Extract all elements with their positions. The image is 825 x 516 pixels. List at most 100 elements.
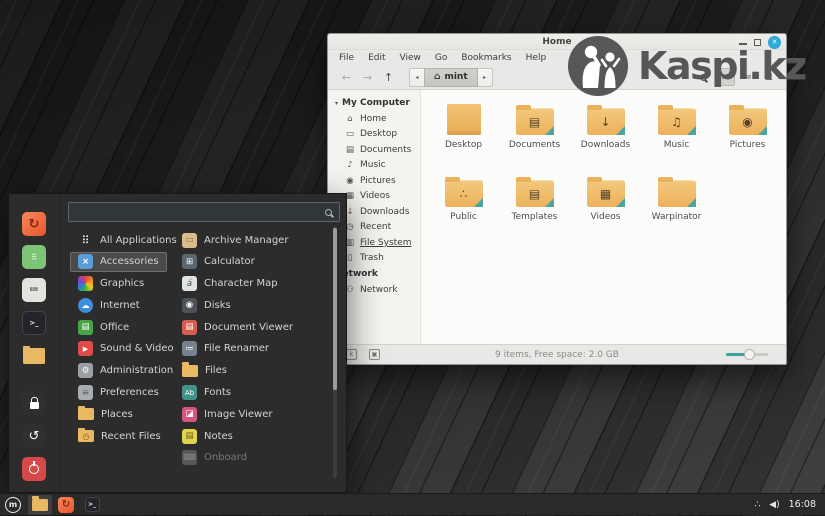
file-item-desktop[interactable]: Desktop xyxy=(428,97,499,169)
app-file-renamer[interactable]: ≔File Renamer xyxy=(174,339,277,359)
list-view-toggle[interactable]: ≔ xyxy=(737,68,757,86)
file-item-public[interactable]: ∴ Public xyxy=(428,169,499,241)
app-document-viewer[interactable]: ▤Document Viewer xyxy=(174,317,301,337)
file-item-documents[interactable]: ▤ Documents xyxy=(499,97,570,169)
application-list: ▭Archive Manager ⊞Calculator áCharacter … xyxy=(174,230,301,470)
category-all-applications[interactable]: ⠿All Applications xyxy=(70,230,185,250)
firefox-icon: ↻ xyxy=(58,497,74,513)
app-fonts[interactable]: AbFonts xyxy=(174,383,239,403)
image-viewer-icon: ◪ xyxy=(182,407,197,422)
menu-view[interactable]: View xyxy=(393,53,428,63)
mint-menu: ↻ ⠿ ≔ >_ ↺ ⠿All Applications ×Accessorie… xyxy=(8,193,347,493)
mint-logo-icon: m xyxy=(5,497,21,513)
app-files[interactable]: Files xyxy=(174,361,235,381)
lock-screen-icon[interactable] xyxy=(22,391,46,415)
folder-icon xyxy=(32,499,48,511)
clock[interactable]: 16:08 xyxy=(789,499,816,510)
corner-flash-icon xyxy=(616,198,625,207)
app-character-map[interactable]: áCharacter Map xyxy=(174,274,286,294)
play-icon: ▶ xyxy=(78,341,93,356)
menu-help[interactable]: Help xyxy=(519,53,554,63)
menu-file[interactable]: File xyxy=(332,53,361,63)
app-calculator[interactable]: ⊞Calculator xyxy=(174,252,263,272)
file-item-templates[interactable]: ▤ Templates xyxy=(499,169,570,241)
taskbar-firefox-app[interactable]: ↻ xyxy=(54,495,78,515)
breadcrumb-home-button[interactable]: ⌂ mint xyxy=(424,68,478,87)
up-icon[interactable]: ↑ xyxy=(378,68,399,86)
music-note-icon: ♪ xyxy=(345,160,355,170)
back-icon[interactable]: ← xyxy=(336,68,357,86)
zoom-slider-handle[interactable] xyxy=(744,349,755,360)
category-sound-video[interactable]: ▶Sound & Video xyxy=(70,339,182,359)
breadcrumb-location: mint xyxy=(444,72,467,82)
toggle-location-entry-icon[interactable]: ↵ xyxy=(671,68,691,86)
app-image-viewer[interactable]: ◪Image Viewer xyxy=(174,404,281,424)
breadcrumb-next-icon[interactable]: ▸ xyxy=(478,68,493,87)
category-office[interactable]: ▤Office xyxy=(70,317,137,337)
taskbar-terminal-app[interactable]: >_ xyxy=(80,495,104,515)
document-icon: ▤ xyxy=(345,145,355,155)
menu-scrollbar-thumb[interactable] xyxy=(333,228,337,390)
category-administration[interactable]: ⚙Administration xyxy=(70,361,181,381)
forward-icon[interactable]: → xyxy=(357,68,378,86)
app-notes[interactable]: ▤Notes xyxy=(174,426,241,446)
file-item-music[interactable]: ♫ Music xyxy=(641,97,712,169)
menu-bookmarks[interactable]: Bookmarks xyxy=(454,53,518,63)
menu-go[interactable]: Go xyxy=(428,53,454,63)
toolbar-right: ↵ ∷ ≔ ≣ xyxy=(671,68,779,86)
menu-search[interactable] xyxy=(68,202,340,222)
menu-scrollbar[interactable] xyxy=(333,226,337,478)
category-internet[interactable]: ☁Internet xyxy=(70,295,148,315)
app-archive-manager[interactable]: ▭Archive Manager xyxy=(174,230,296,250)
app-onboard[interactable]: ⌨Onboard xyxy=(174,448,255,468)
volume-icon[interactable]: ◀) xyxy=(769,500,779,510)
sidebar-item-documents[interactable]: ▤Documents xyxy=(328,142,420,158)
power-off-icon[interactable] xyxy=(22,457,46,481)
menu-edit[interactable]: Edit xyxy=(361,53,392,63)
sidebar-item-pictures[interactable]: ◉Pictures xyxy=(328,173,420,189)
corner-flash-icon xyxy=(758,126,767,135)
status-summary: 9 items, Free space: 2.0 GB xyxy=(328,350,786,360)
system-settings-icon[interactable]: ≔ xyxy=(22,278,46,302)
zoom-slider[interactable] xyxy=(726,353,768,356)
mint-menu-button[interactable]: m xyxy=(0,494,26,516)
titlebar[interactable]: Home ✕ xyxy=(328,34,786,50)
category-preferences[interactable]: ≡Preferences xyxy=(70,383,167,403)
file-item-videos[interactable]: ▦ Videos xyxy=(570,169,641,241)
terminal-icon[interactable]: >_ xyxy=(22,311,46,335)
file-item-pictures[interactable]: ◉ Pictures xyxy=(712,97,783,169)
file-grid: Desktop ▤ Documents ↓ Downloads ♫ Music … xyxy=(421,90,786,241)
menu-search-input[interactable] xyxy=(76,207,325,218)
file-item-downloads[interactable]: ↓ Downloads xyxy=(570,97,641,169)
sidebar-item-music[interactable]: ♪Music xyxy=(328,158,420,174)
file-renamer-icon: ≔ xyxy=(182,341,197,356)
firefox-icon[interactable]: ↻ xyxy=(22,212,46,236)
category-places[interactable]: Places xyxy=(70,404,141,424)
sidebar-item-desktop[interactable]: ▭Desktop xyxy=(328,127,420,143)
file-item-warpinator[interactable]: Warpinator xyxy=(641,169,712,241)
fonts-icon: Ab xyxy=(182,385,197,400)
taskbar-files-app[interactable] xyxy=(28,495,52,515)
search-icon[interactable] xyxy=(693,68,713,86)
breadcrumb-prev-icon[interactable]: ◂ xyxy=(409,68,424,87)
category-accessories[interactable]: ×Accessories xyxy=(70,252,167,272)
icon-view-toggle[interactable]: ∷ xyxy=(715,68,735,86)
category-recent-files[interactable]: ◷Recent Files xyxy=(70,426,169,446)
close-button[interactable]: ✕ xyxy=(768,36,781,49)
compact-view-toggle[interactable]: ≣ xyxy=(759,68,779,86)
network-tray-icon[interactable]: ∴ xyxy=(754,500,760,510)
app-disks[interactable]: ◉Disks xyxy=(174,295,239,315)
sidebar-computer-header[interactable]: ▾ My Computer xyxy=(328,95,420,111)
maximize-button[interactable] xyxy=(754,39,761,46)
software-manager-icon[interactable]: ⠿ xyxy=(22,245,46,269)
category-graphics[interactable]: Graphics xyxy=(70,274,152,294)
log-out-icon[interactable]: ↺ xyxy=(22,424,46,448)
zoom-slider-track[interactable] xyxy=(726,353,768,356)
window-title: Home xyxy=(542,37,571,47)
collapse-triangle-icon[interactable]: ▾ xyxy=(335,100,338,107)
warpinator-folder-icon xyxy=(658,169,696,207)
minimize-button[interactable] xyxy=(739,43,747,45)
sidebar-item-home[interactable]: ⌂Home xyxy=(328,111,420,127)
file-view[interactable]: Desktop ▤ Documents ↓ Downloads ♫ Music … xyxy=(421,90,786,344)
files-icon[interactable] xyxy=(22,344,46,368)
